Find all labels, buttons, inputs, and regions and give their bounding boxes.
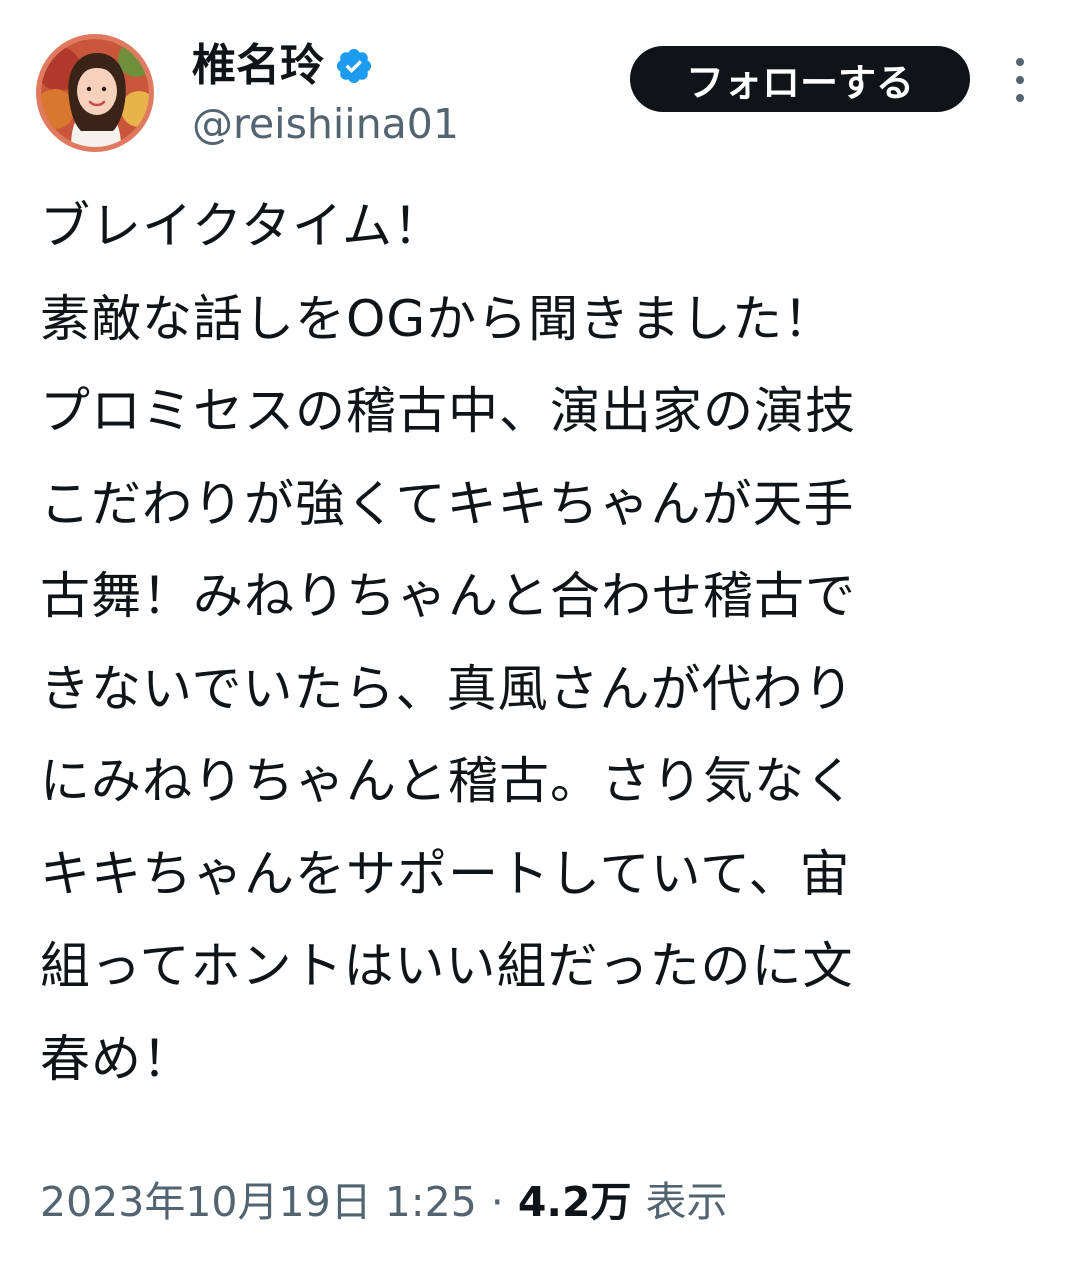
tweet-line: にみねりちゃんと稽古。さり気なく <box>40 752 856 810</box>
more-dot <box>1016 58 1024 66</box>
views-count[interactable]: 4.2万 <box>518 1172 632 1232</box>
tweet-line: こだわりが強くてキキちゃんが天手 <box>40 474 855 533</box>
follow-button[interactable]: フォローする <box>630 46 970 112</box>
views-label: 表示 <box>645 1178 728 1226</box>
verified-badge-icon <box>336 48 372 84</box>
avatar[interactable] <box>36 34 154 152</box>
more-options-icon[interactable] <box>1004 58 1036 102</box>
tweet-timestamp[interactable]: 2023年10月19日 1:25 <box>40 1172 477 1232</box>
author-name-row[interactable]: 椎名玲 <box>192 38 374 94</box>
tweet-line: 素敵な話しをOGから聞きました！ <box>40 289 835 348</box>
tweet-line: 組ってホントはいい組だったのに文 <box>40 937 854 995</box>
display-name[interactable]: 椎名玲 <box>192 38 324 94</box>
more-dot <box>1016 94 1024 102</box>
author-handle[interactable]: @reishiina01 <box>192 98 459 150</box>
tweet-line: プロミセスの稽古中、演出家の演技 <box>40 382 856 440</box>
tweet-line: 古舞！みねりちゃんと合わせ稽古で <box>40 567 856 625</box>
tweet-meta: 2023年10月19日 1:25 · 4.2万 表示 <box>40 1172 727 1232</box>
meta-separator: · <box>490 1178 504 1226</box>
tweet-line: キキちゃんをサポートしていて、宙 <box>40 844 851 903</box>
tweet-line: きないでいたら、真風さんが代わり <box>40 659 855 718</box>
avatar-photo <box>41 39 149 147</box>
tweet-line: ブレイクタイム！ <box>40 197 444 255</box>
tweet-text: ブレイクタイム！ 素敵な話しをOGから聞きました！ プロミセスの稽古中、演出家の… <box>40 180 1050 1105</box>
tweet-line: 春め！ <box>40 1029 193 1088</box>
more-dot <box>1016 76 1024 84</box>
